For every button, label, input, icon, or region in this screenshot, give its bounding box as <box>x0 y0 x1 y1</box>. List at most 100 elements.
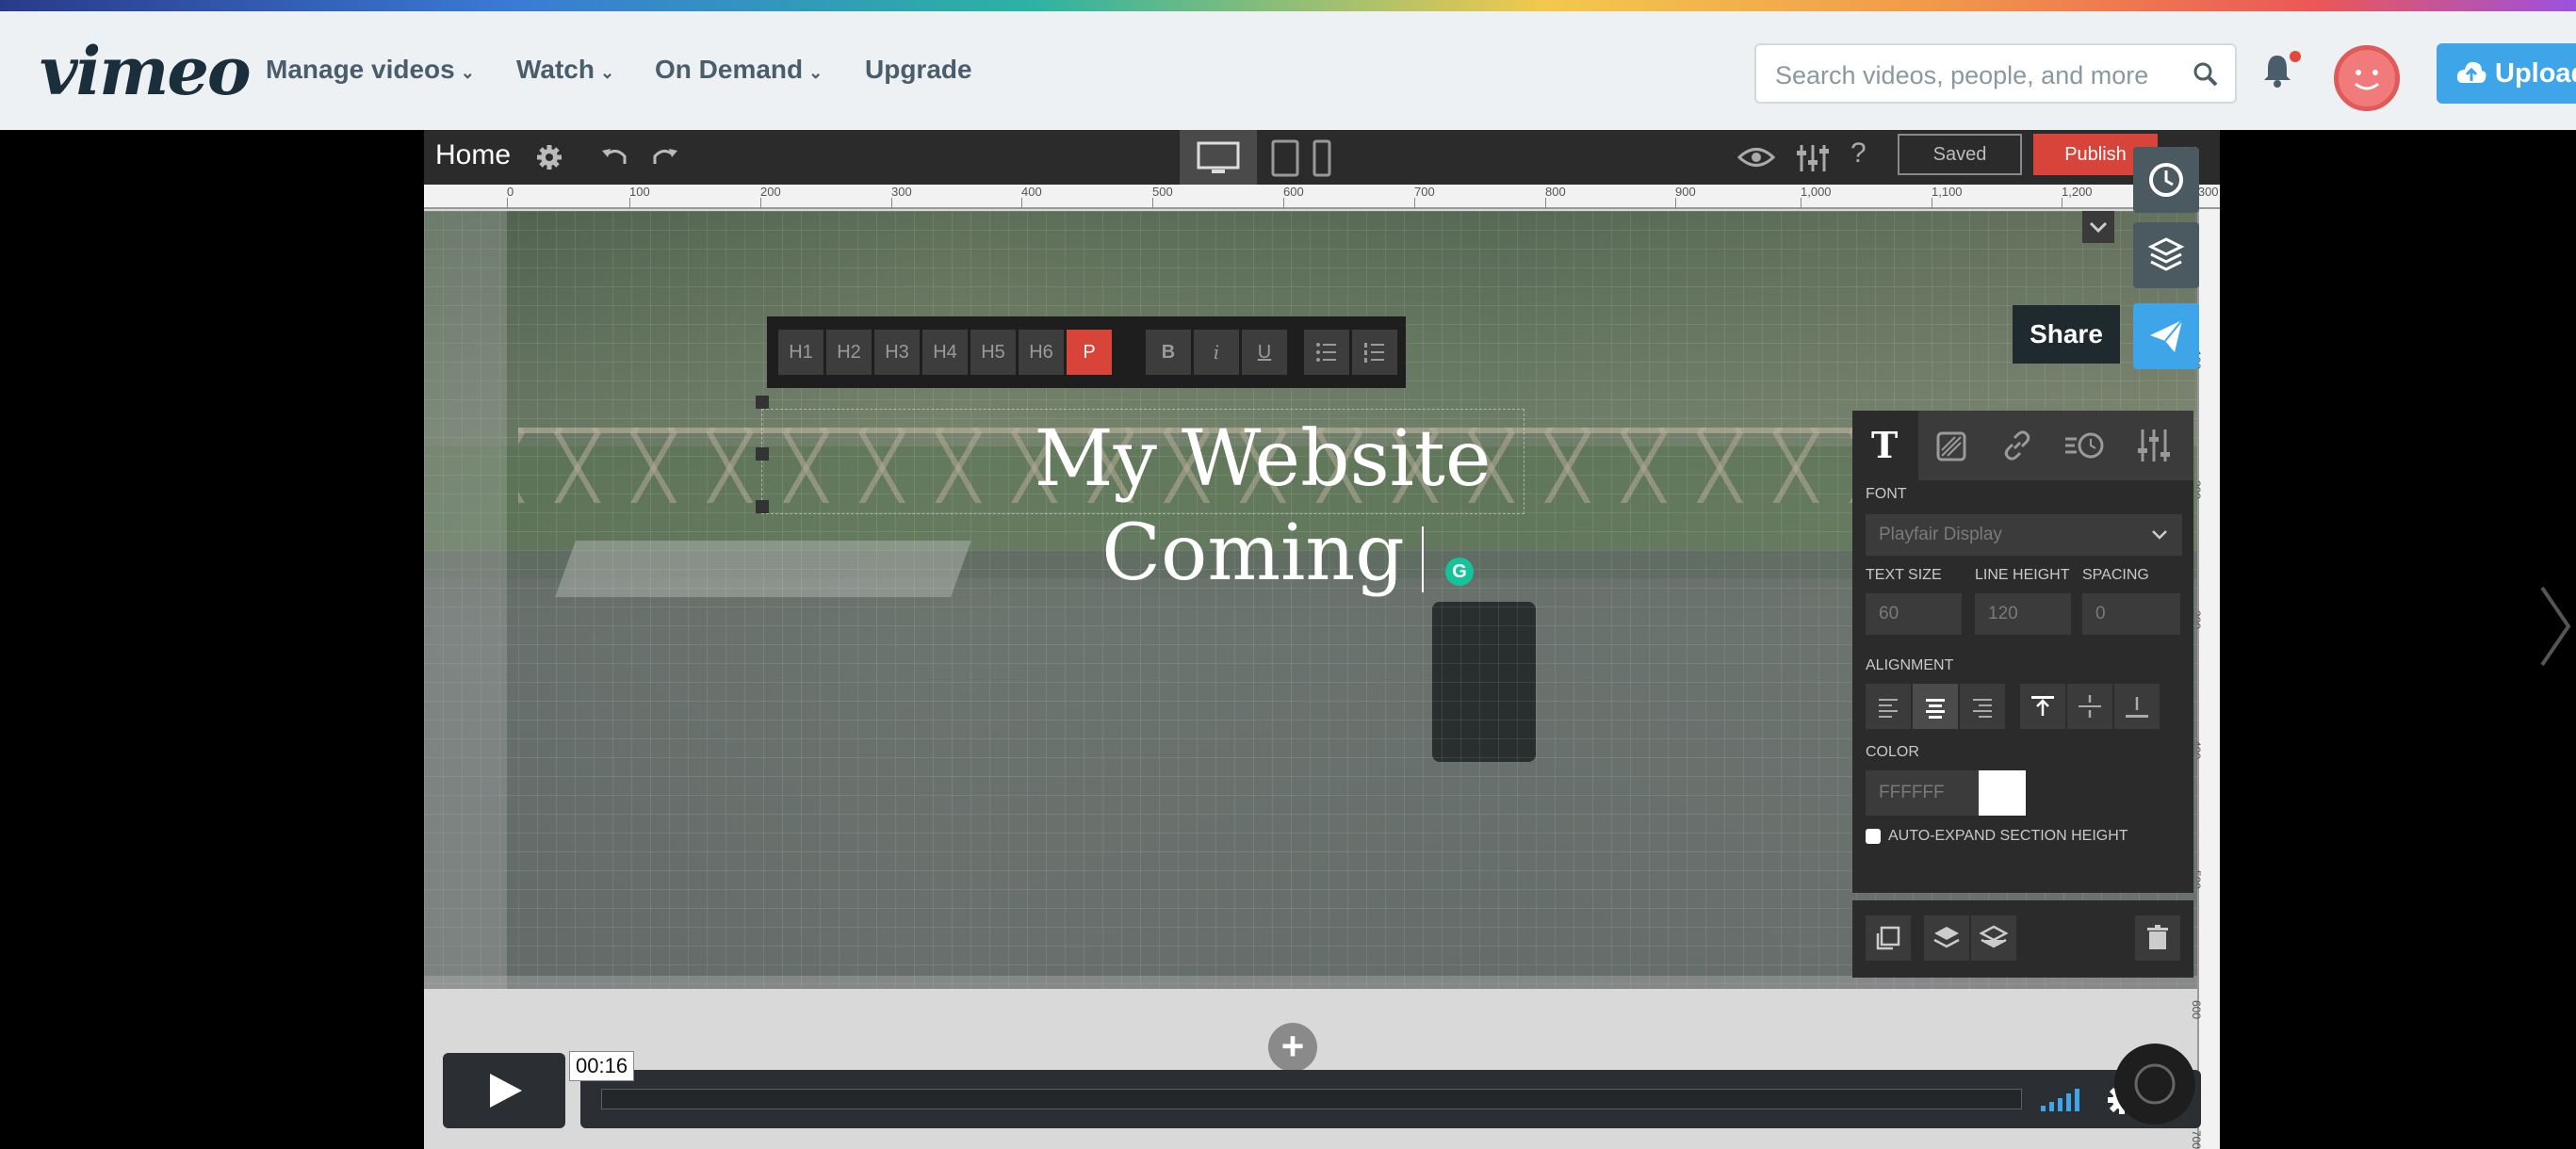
text-size-input[interactable]: 60 <box>1866 593 1962 635</box>
gear-icon[interactable] <box>535 143 563 171</box>
align-bottom-icon <box>2126 697 2148 718</box>
alignment-label: ALIGNMENT <box>1866 657 1954 673</box>
italic-button[interactable]: i <box>1194 330 1239 375</box>
mobile-icon[interactable] <box>1312 139 1332 177</box>
tablet-icon[interactable] <box>1270 139 1300 177</box>
search-icon[interactable] <box>2192 60 2220 89</box>
resize-handle[interactable] <box>756 500 769 513</box>
page-name[interactable]: Home <box>435 139 511 171</box>
preview-eye-icon[interactable] <box>1737 143 1775 171</box>
ruler-tick: 0 <box>507 185 514 209</box>
valign-top-button[interactable] <box>2020 684 2065 729</box>
bullet-list-button[interactable] <box>1304 330 1349 375</box>
undo-icon[interactable] <box>599 143 629 171</box>
valign-middle-button[interactable] <box>2067 684 2112 729</box>
align-left-icon <box>1879 699 1898 718</box>
bring-forward-button[interactable] <box>1924 915 1969 961</box>
tab-advanced[interactable] <box>2116 411 2193 480</box>
ruler-tick: 600 <box>2190 1000 2203 1020</box>
smiley-icon <box>2355 70 2379 90</box>
font-select[interactable]: Playfair Display <box>1866 514 2182 556</box>
delete-button[interactable] <box>2135 915 2180 961</box>
format-h5-button[interactable]: H5 <box>970 330 1016 375</box>
underline-button[interactable]: U <box>1242 330 1287 375</box>
bullet-list-icon <box>1316 343 1336 362</box>
duplicate-icon <box>1876 926 1900 950</box>
resize-handle[interactable] <box>756 447 769 461</box>
layer-up-icon <box>1933 927 1960 948</box>
nav-upgrade[interactable]: Upgrade <box>865 55 972 85</box>
font-label: FONT <box>1866 486 1907 502</box>
trash-icon <box>2147 925 2168 949</box>
align-middle-icon <box>2079 695 2101 718</box>
line-height-input[interactable]: 120 <box>1975 593 2071 635</box>
layers-button[interactable] <box>2133 222 2199 288</box>
numbered-list-button[interactable] <box>1352 330 1397 375</box>
auto-expand-checkbox[interactable] <box>1866 829 1881 844</box>
section-margin <box>424 211 507 989</box>
search-input[interactable]: Search videos, people, and more <box>1754 43 2237 104</box>
headline-line-1: My Website <box>1034 414 1492 504</box>
tab-background[interactable] <box>1918 411 1984 480</box>
format-h3-button[interactable]: H3 <box>874 330 920 375</box>
hero-headline[interactable]: My Website Coming <box>1027 413 1498 601</box>
add-section-button[interactable]: + <box>1268 1023 1317 1072</box>
redo-icon[interactable] <box>650 143 680 171</box>
align-center-button[interactable] <box>1913 684 1958 729</box>
upload-button[interactable]: Upload <box>2437 43 2576 104</box>
clock-icon <box>2149 163 2183 197</box>
line-height-label: LINE HEIGHT <box>1975 567 2070 583</box>
align-right-button[interactable] <box>1960 684 2005 729</box>
sliders-icon[interactable] <box>1796 143 1830 173</box>
format-h4-button[interactable]: H4 <box>922 330 968 375</box>
help-chat-button[interactable] <box>2114 1044 2195 1125</box>
ruler-tick: 700 <box>2190 1130 2203 1149</box>
chevron-down-icon: ⌄ <box>460 63 475 82</box>
section-collapse-button[interactable] <box>2082 211 2114 243</box>
help-icon[interactable]: ? <box>1850 138 1867 170</box>
ruler-tick: 300 <box>891 185 912 209</box>
desktop-icon <box>1197 141 1240 173</box>
vimeo-logo[interactable]: vimeo <box>40 32 252 110</box>
tab-animation[interactable] <box>2050 411 2116 480</box>
hatch-icon <box>1936 431 1966 461</box>
spacing-input[interactable]: 0 <box>2082 593 2180 635</box>
saved-button[interactable]: Saved <box>1898 134 2022 175</box>
history-button[interactable] <box>2133 147 2199 213</box>
color-swatch[interactable] <box>1979 770 2026 816</box>
progress-bar[interactable] <box>580 1070 2201 1128</box>
nav-on-demand[interactable]: On Demand ⌄ <box>655 55 823 85</box>
volume-icon[interactable] <box>2039 1083 2086 1115</box>
numbered-list-icon <box>1364 343 1384 363</box>
avatar[interactable] <box>2334 45 2400 111</box>
format-h6-button[interactable]: H6 <box>1019 330 1064 375</box>
align-left-button[interactable] <box>1866 684 1911 729</box>
ruler-tick: 700 <box>1414 185 1435 209</box>
notifications-button[interactable] <box>2261 51 2301 93</box>
duplicate-button[interactable] <box>1866 915 1911 961</box>
send-backward-button[interactable] <box>1971 915 2016 961</box>
resize-handle[interactable] <box>756 396 769 409</box>
ruler-tick: 900 <box>1675 185 1696 209</box>
nav-manage-videos[interactable]: Manage videos ⌄ <box>266 55 475 85</box>
format-h2-button[interactable]: H2 <box>826 330 872 375</box>
chevron-down-icon <box>2152 530 2167 540</box>
tab-text[interactable]: T <box>1852 411 1918 480</box>
nav-watch[interactable]: Watch ⌄ <box>516 55 614 85</box>
link-icon <box>2004 430 2030 461</box>
next-arrow-icon[interactable] <box>2536 584 2574 669</box>
desktop-view-button[interactable] <box>1180 130 1257 185</box>
auto-expand-label: AUTO-EXPAND SECTION HEIGHT <box>1888 828 2128 844</box>
tab-link[interactable] <box>1984 411 2050 480</box>
share-button[interactable] <box>2133 303 2199 369</box>
format-h1-button[interactable]: H1 <box>778 330 823 375</box>
play-button[interactable] <box>443 1053 565 1128</box>
color-hex-input[interactable]: FFFFFF <box>1866 770 1979 816</box>
valign-bottom-button[interactable] <box>2114 684 2160 729</box>
ruler-tick: 400 <box>1021 185 1042 209</box>
bold-button[interactable]: B <box>1146 330 1191 375</box>
format-p-button[interactable]: P <box>1067 330 1112 375</box>
device-switcher <box>1180 130 1332 185</box>
progress-track[interactable] <box>601 1089 2022 1109</box>
grammarly-icon[interactable]: G <box>1445 558 1474 586</box>
